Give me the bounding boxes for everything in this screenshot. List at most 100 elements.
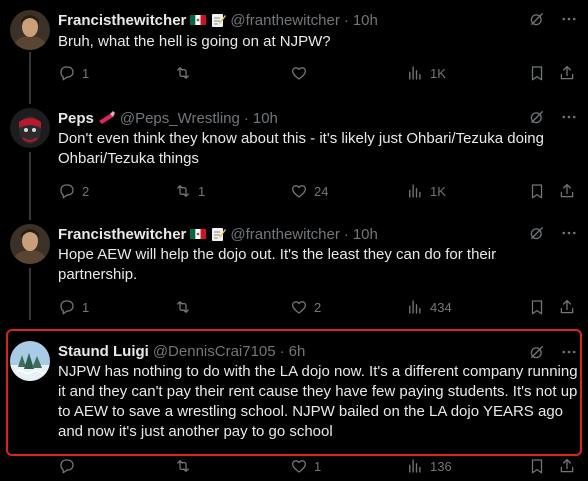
like-icon [291,301,307,314]
like-icon [291,460,307,473]
bookmark-button[interactable] [528,457,546,475]
like-count: 24 [314,183,329,199]
grok-icon[interactable] [528,343,546,361]
tweet-top-icons [528,108,578,126]
retweet-count: 1 [198,183,206,199]
views-count: 1K [430,183,446,199]
views-button[interactable]: 136 [406,457,452,475]
retweet-button[interactable] [174,298,198,316]
separator: · [343,11,349,29]
share-icon [560,65,574,80]
views-icon [409,66,421,80]
handle[interactable]: @DennisCrai7105 [153,343,276,360]
like-count: 2 [314,299,322,315]
bookmark-button[interactable] [528,298,546,316]
tweet-text: Don't even think they know about this - … [58,130,544,167]
tweet-header: Francisthewitcher @franthewitcher · 10h [58,10,378,30]
lipstick-icon [98,110,116,126]
memo-icon [210,226,227,242]
bookmark-button[interactable] [528,182,546,200]
retweet-icon [177,185,189,197]
share-button[interactable] [558,182,576,200]
separator: · [279,342,285,360]
tweet-top-icons [528,10,578,28]
like-icon [291,185,307,198]
bookmark-icon [531,66,543,81]
tweet-actions: 2 1 24 1K [58,182,580,202]
views-button[interactable]: 1K [406,64,446,82]
reply-button[interactable] [58,457,82,475]
grok-icon[interactable] [528,108,546,126]
avatar[interactable] [10,341,50,381]
views-button[interactable]: 1K [406,182,446,200]
like-icon [291,67,307,80]
share-button[interactable] [558,64,576,82]
timestamp[interactable]: 10h [353,226,378,243]
views-count: 136 [430,458,452,474]
retweet-button[interactable]: 1 [174,182,205,200]
memo-icon [210,12,227,28]
display-name[interactable]: Staund Luigi [58,343,149,360]
share-button[interactable] [558,298,576,316]
reply-button[interactable]: 1 [58,64,89,82]
like-count: 1 [314,458,322,474]
views-count: 434 [430,299,452,315]
display-name[interactable]: Francisthewitcher [58,12,186,29]
like-button[interactable] [290,64,314,82]
mexico-flag-icon [190,226,207,242]
display-name[interactable]: Francisthewitcher [58,226,186,243]
reply-button[interactable]: 1 [58,298,89,316]
retweet-button[interactable] [174,457,198,475]
views-count: 1K [430,65,446,81]
tweet-text: NJPW has nothing to do with the LA dojo … [58,363,578,440]
mexico-flag-icon [190,12,207,28]
tweet-top-icons [528,343,578,361]
like-button[interactable]: 2 [290,298,321,316]
more-icon[interactable] [560,224,578,242]
timestamp[interactable]: 10h [353,12,378,29]
bookmark-icon [531,459,543,474]
avatar[interactable] [10,108,50,148]
avatar[interactable] [10,224,50,264]
share-icon [560,458,574,473]
bookmark-button[interactable] [528,64,546,82]
more-icon[interactable] [560,108,578,126]
tweet-actions: 1 136 [58,457,580,477]
views-button[interactable]: 434 [406,298,452,316]
reply-icon [60,300,74,315]
like-button[interactable]: 1 [290,457,321,475]
display-name[interactable]: Peps [58,110,94,127]
tweet-header: Staund Luigi @DennisCrai7105 · 6h [58,341,305,361]
bookmark-icon [531,184,543,199]
share-button[interactable] [558,457,576,475]
share-icon [560,299,574,314]
reply-button[interactable]: 2 [58,182,89,200]
more-icon[interactable] [560,343,578,361]
tweet-actions: 1 2 434 [58,298,580,318]
timestamp[interactable]: 10h [253,110,278,127]
more-icon[interactable] [560,10,578,28]
share-icon [560,183,574,198]
reply-count: 1 [82,299,90,315]
retweet-button[interactable] [174,64,198,82]
handle[interactable]: @franthewitcher [230,226,339,243]
views-icon [409,184,421,198]
retweet-icon [177,460,189,472]
reply-icon [60,184,74,199]
handle[interactable]: @franthewitcher [230,12,339,29]
grok-icon[interactable] [528,10,546,28]
reply-count: 1 [82,65,90,81]
separator: · [343,225,349,243]
timestamp[interactable]: 6h [289,343,306,360]
views-icon [409,300,421,314]
handle[interactable]: @Peps_Wrestling [120,110,240,127]
retweet-icon [177,301,189,313]
views-icon [409,459,421,473]
avatar[interactable] [10,10,50,50]
tweet-header: Francisthewitcher @franthewitcher · 10h [58,224,378,244]
grok-icon[interactable] [528,224,546,242]
reply-icon [60,66,74,81]
reply-icon [60,459,74,474]
like-button[interactable]: 24 [290,182,328,200]
tweet-text: Hope AEW will help the dojo out. It's th… [58,246,497,283]
